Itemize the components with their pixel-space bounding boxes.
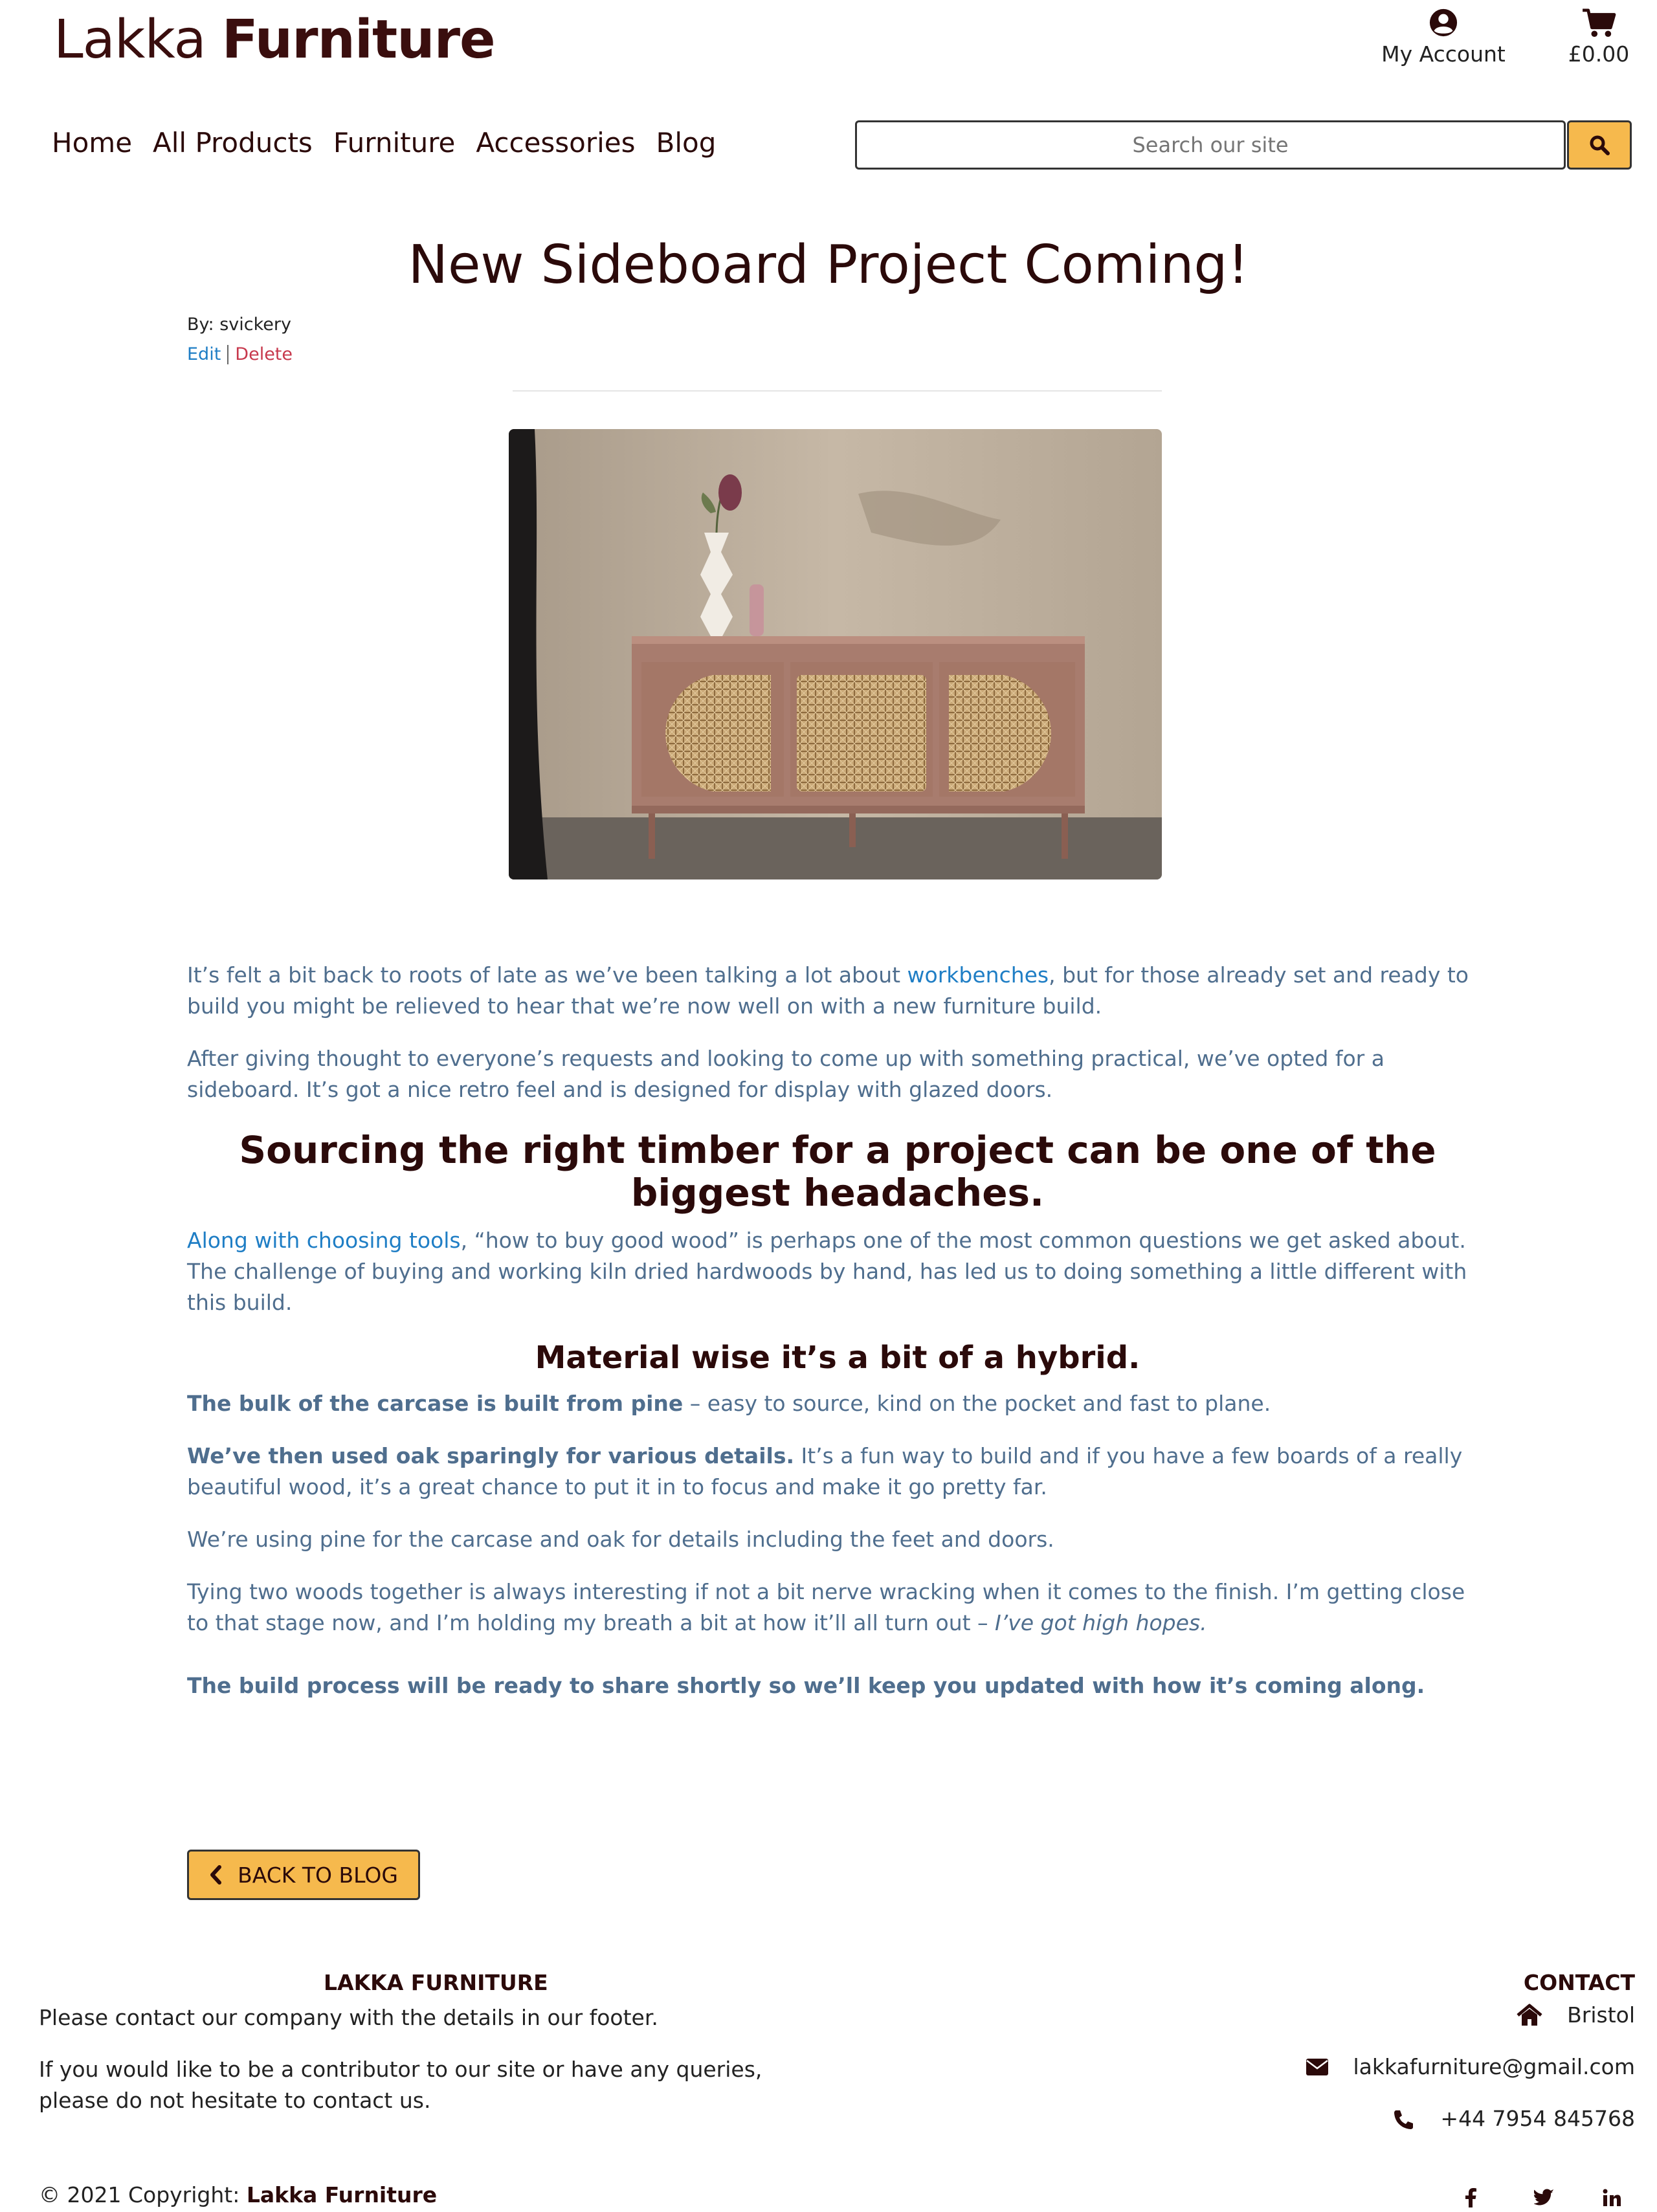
contact-email[interactable]: lakkafurniture@gmail.com — [1306, 2054, 1635, 2079]
copyright-prefix: © 2021 Copyright: — [39, 2182, 247, 2207]
post-author: By: svickery — [187, 315, 291, 335]
text-span: It’s felt a bit back to roots of late as… — [187, 962, 907, 988]
location-text: Bristol — [1567, 2002, 1635, 2028]
brand-name-light: Lakka — [54, 9, 206, 71]
phone-icon — [1394, 2110, 1414, 2129]
nav-home[interactable]: Home — [52, 127, 132, 159]
back-to-blog-label: BACK TO BLOG — [238, 1862, 398, 1888]
post-title: New Sideboard Project Coming! — [408, 234, 1249, 296]
text-bold: The build process will be ready to share… — [187, 1673, 1425, 1698]
phone-text: +44 7954 845768 — [1440, 2106, 1635, 2131]
facebook-icon — [1465, 2188, 1476, 2207]
edit-link[interactable]: Edit — [187, 344, 221, 364]
linkedin-icon — [1603, 2189, 1621, 2206]
cart-link[interactable]: £0.00 — [1560, 8, 1638, 67]
workbenches-link[interactable]: workbenches — [907, 962, 1049, 988]
nav-accessories[interactable]: Accessories — [476, 127, 635, 159]
twitter-link[interactable] — [1531, 2185, 1557, 2211]
back-to-blog-button[interactable]: BACK TO BLOG — [187, 1850, 420, 1900]
text-span: Tying two woods together is always inter… — [187, 1579, 1465, 1635]
email-text: lakkafurniture@gmail.com — [1353, 2054, 1635, 2079]
contact-location: Bristol — [1517, 2002, 1635, 2028]
cart-icon — [1583, 8, 1616, 38]
footer-about-text-1: Please contact our company with the deta… — [39, 2005, 658, 2030]
text-span: – easy to source, kind on the pocket and… — [683, 1391, 1271, 1416]
action-divider — [227, 344, 229, 364]
my-account-link[interactable]: My Account — [1379, 8, 1508, 67]
post-subheading: Sourcing the right timber for a project … — [239, 1128, 1436, 1215]
nav-all-products[interactable]: All Products — [153, 127, 313, 159]
post-paragraph-7: Tying two woods together is always inter… — [187, 1576, 1488, 1639]
brand-name-bold: Furniture — [221, 9, 496, 71]
post-paragraph-5: We’ve then used oak sparingly for variou… — [187, 1441, 1488, 1503]
home-icon — [1517, 2004, 1542, 2026]
footer-about-text-2: If you would like to be a contributor to… — [39, 2057, 762, 2113]
copyright-name: Lakka Furniture — [246, 2182, 438, 2207]
facebook-link[interactable] — [1458, 2185, 1484, 2211]
post-paragraph-1: It’s felt a bit back to roots of late as… — [187, 960, 1488, 1022]
post-image — [509, 429, 1162, 879]
footer-about-heading: LAKKA FURNITURE — [324, 1970, 548, 1995]
post-paragraph-4: The bulk of the carcase is built from pi… — [187, 1388, 1488, 1419]
envelope-icon — [1306, 2058, 1328, 2075]
my-account-label: My Account — [1381, 41, 1506, 67]
post-paragraph-3: Along with choosing tools, “how to buy g… — [187, 1225, 1488, 1318]
post-paragraph-8: The build process will be ready to share… — [187, 1670, 1488, 1701]
delete-link[interactable]: Delete — [235, 344, 293, 364]
search-icon — [1590, 135, 1610, 155]
text-bold: The bulk of the carcase is built from pi… — [187, 1391, 684, 1416]
text-italic: I’ve got high hopes. — [995, 1610, 1207, 1635]
nav-furniture[interactable]: Furniture — [333, 127, 456, 159]
twitter-icon — [1534, 2189, 1554, 2206]
chevron-left-icon — [210, 1865, 222, 1885]
search-button[interactable] — [1567, 120, 1632, 170]
sideboard-illustration — [509, 429, 1162, 879]
nav-blog[interactable]: Blog — [656, 127, 717, 159]
cart-total: £0.00 — [1568, 41, 1630, 67]
copyright: © 2021 Copyright: Lakka Furniture — [39, 2182, 437, 2207]
main-nav: Home All Products Furniture Accessories … — [52, 127, 716, 159]
post-subheading-2: Material wise it’s a bit of a hybrid. — [535, 1340, 1140, 1376]
text-bold: We’ve then used oak sparingly for variou… — [187, 1443, 795, 1468]
footer-contact-heading: CONTACT — [1523, 1970, 1635, 1995]
user-circle-icon — [1429, 8, 1458, 37]
linkedin-link[interactable] — [1599, 2185, 1625, 2211]
divider — [513, 390, 1162, 392]
contact-phone[interactable]: +44 7954 845768 — [1394, 2106, 1635, 2131]
brand-logo[interactable]: Lakka Furniture — [54, 9, 496, 71]
search-input[interactable] — [855, 120, 1566, 170]
post-actions: Edit Delete — [187, 344, 293, 364]
choosing-tools-link[interactable]: Along with choosing tools — [187, 1228, 461, 1253]
post-paragraph-2: After giving thought to everyone’s reque… — [187, 1046, 1385, 1102]
post-paragraph-6: We’re using pine for the carcase and oak… — [187, 1527, 1054, 1552]
